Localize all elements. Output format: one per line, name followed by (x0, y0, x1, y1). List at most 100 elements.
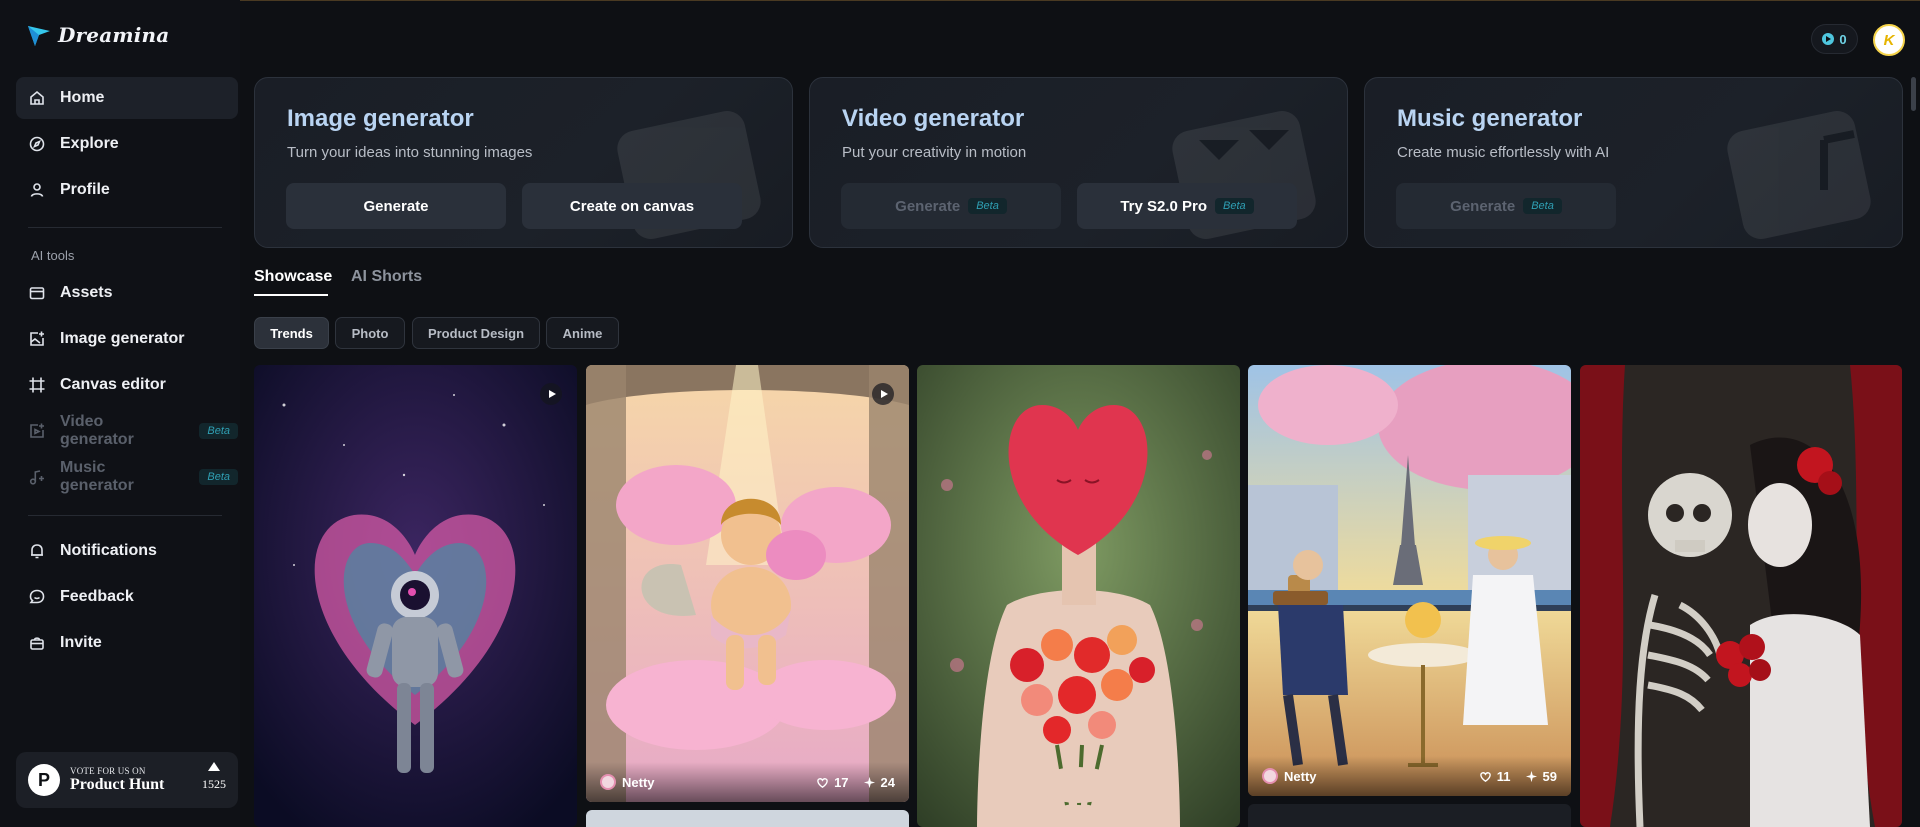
image-generator-card: Image generator Turn your ideas into stu… (254, 77, 793, 248)
sidebar-item-label: Invite (60, 634, 102, 651)
gallery-item-cherub[interactable]: Netty 17 24 (586, 365, 909, 802)
sidebar-item-canvas-editor[interactable]: Canvas editor (16, 364, 238, 406)
sidebar-item-label: Assets (60, 284, 113, 301)
play-icon (872, 383, 894, 405)
product-hunt-badge[interactable]: P VOTE FOR US ON Product Hunt 1525 (16, 752, 238, 808)
filter-product-design[interactable]: Product Design (412, 317, 540, 349)
beta-badge: Beta (1215, 198, 1254, 214)
product-hunt-logo-icon: P (28, 764, 60, 796)
folder-icon (29, 287, 45, 300)
sidebar-item-label: Profile (60, 181, 110, 198)
brand-name: Dreamina (58, 23, 170, 47)
sidebar-item-profile[interactable]: Profile (16, 169, 238, 211)
author-avatar (600, 774, 616, 790)
filter-trends[interactable]: Trends (254, 317, 329, 349)
avatar[interactable]: K (1873, 24, 1905, 56)
tab-ai-shorts[interactable]: AI Shorts (351, 268, 422, 286)
button-label: Generate (895, 197, 961, 215)
filter-photo[interactable]: Photo (335, 317, 405, 349)
sidebar-item-label: Music generator (60, 459, 134, 494)
cherub-artwork (586, 365, 909, 802)
create-on-canvas-button[interactable]: Create on canvas (522, 183, 742, 229)
dreamina-logo-icon (28, 26, 50, 46)
tile-meta-bar: Netty 17 24 (586, 762, 909, 802)
author-name: Netty (622, 774, 655, 790)
gift-icon (30, 637, 44, 650)
sidebar-item-image-generator[interactable]: Image generator (16, 318, 238, 360)
sidebar-item-label: Notifications (60, 542, 157, 559)
sparkle-icon (1525, 770, 1537, 782)
bell-icon (31, 544, 43, 559)
canvas-icon (29, 377, 45, 393)
sidebar-item-label: Image generator (60, 330, 185, 347)
gallery-item-paris-cafe[interactable]: Netty 11 59 (1248, 365, 1571, 796)
like-count[interactable]: 17 (816, 774, 849, 790)
gallery-item-skeleton-bride[interactable] (1580, 365, 1902, 827)
try-s2-pro-button[interactable]: Try S2.0 Pro Beta (1077, 183, 1297, 229)
gallery-item-heart-figure[interactable] (917, 365, 1240, 827)
remix-count-value: 24 (880, 774, 895, 790)
button-label: Generate (1450, 197, 1516, 215)
tile-meta-bar: Netty 11 59 (1248, 756, 1571, 796)
compass-icon (29, 136, 45, 152)
author-avatar (1262, 768, 1278, 784)
music-generator-card: Music generator Create music effortlessl… (1364, 77, 1903, 248)
upvote-triangle-icon (208, 762, 220, 771)
like-count-value: 11 (1496, 768, 1511, 784)
tile-author[interactable]: Netty (1262, 768, 1479, 784)
page-scrollbar[interactable] (1911, 77, 1916, 111)
sidebar-item-label: Video generator (60, 413, 134, 448)
sidebar-item-label: Home (60, 89, 105, 106)
card-title: Image generator (287, 105, 474, 132)
tab-showcase[interactable]: Showcase (254, 268, 332, 286)
image-generate-button[interactable]: Generate (286, 183, 506, 229)
remix-count[interactable]: 24 (863, 775, 895, 790)
author-name: Netty (1284, 768, 1317, 784)
like-count[interactable]: 11 (1479, 769, 1511, 784)
sidebar-item-assets[interactable]: Assets (16, 272, 238, 314)
beta-badge: Beta (968, 198, 1007, 214)
filter-anime[interactable]: Anime (546, 317, 619, 349)
sidebar-item-feedback[interactable]: Feedback (16, 576, 238, 618)
like-count-value: 17 (834, 774, 849, 790)
sidebar-divider (28, 227, 222, 228)
tile-author[interactable]: Netty (600, 774, 816, 790)
beta-badge: Beta (199, 423, 238, 439)
section-label-ai-tools: AI tools (31, 248, 75, 263)
button-label: Try S2.0 Pro (1120, 197, 1208, 215)
sidebar-item-music-generator[interactable]: Music generator Beta (16, 456, 238, 498)
heart-icon (817, 777, 828, 788)
sidebar-item-video-generator[interactable]: Video generator Beta (16, 410, 238, 452)
sidebar-item-explore[interactable]: Explore (16, 123, 238, 165)
music-generate-button[interactable]: Generate Beta (1396, 183, 1616, 229)
active-tab-indicator (254, 294, 328, 296)
gallery-item-astronaut[interactable] (254, 365, 577, 827)
button-label: Generate (363, 197, 429, 215)
card-title: Video generator (842, 105, 1025, 132)
product-hunt-vote-text: VOTE FOR US ON (70, 766, 146, 776)
card-title: Music generator (1397, 105, 1583, 132)
brand-logo[interactable]: Dreamina (26, 22, 169, 48)
beta-badge: Beta (199, 469, 238, 485)
paris-cafe-artwork (1248, 365, 1571, 796)
sidebar: Dreamina Home Explore Profile AI tools A… (0, 0, 240, 827)
video-generate-button[interactable]: Generate Beta (841, 183, 1061, 229)
gallery-item-next-preview[interactable] (586, 810, 909, 827)
play-icon (540, 383, 562, 405)
credits-button[interactable]: 0 (1811, 24, 1858, 54)
window-top-edge (0, 0, 1920, 1)
gallery-item-next-preview[interactable] (1248, 804, 1571, 827)
remix-count[interactable]: 59 (1525, 769, 1557, 784)
sidebar-item-label: Canvas editor (60, 376, 166, 393)
heart-figure-artwork (917, 365, 1240, 827)
upvote-count: 1525 (202, 777, 226, 791)
user-icon (30, 183, 44, 197)
sidebar-item-invite[interactable]: Invite (16, 622, 238, 664)
card-subtitle: Turn your ideas into stunning images (287, 144, 533, 161)
button-label: Create on canvas (569, 197, 695, 215)
sidebar-item-notifications[interactable]: Notifications (16, 530, 238, 572)
image-plus-icon (30, 331, 44, 346)
card-subtitle: Put your creativity in motion (842, 144, 1027, 161)
sidebar-item-home[interactable]: Home (16, 77, 238, 119)
music-card-decoration-icon (1727, 111, 1871, 239)
